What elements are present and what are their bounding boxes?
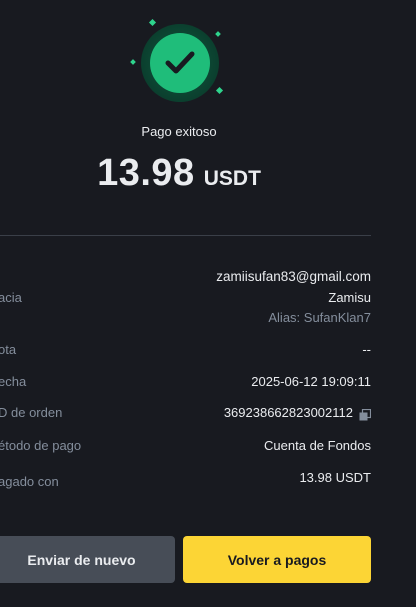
- success-badge: [130, 18, 226, 110]
- sparkle-icon: [215, 31, 221, 37]
- amount-unit: USDT: [203, 167, 261, 190]
- paid-with-value: 13.98 USDT: [299, 470, 371, 485]
- payment-method-label: étodo de pago: [0, 438, 82, 453]
- note-value: --: [362, 342, 371, 357]
- sparkle-icon: [215, 86, 224, 95]
- payment-method-value: Cuenta de Fondos: [264, 438, 371, 453]
- recipient-email: zamiisufan83@gmail.com: [216, 269, 371, 284]
- back-to-payments-button[interactable]: Volver a pagos: [183, 536, 371, 583]
- recipient-label: acia: [0, 290, 22, 305]
- order-id-value: 369238662823002112: [223, 405, 353, 420]
- date-label: echa: [0, 374, 27, 389]
- amount-value: 13.98: [97, 152, 195, 194]
- recipient-alias: Alias: SufanKlan7: [268, 310, 371, 325]
- status-title: Pago exitoso: [141, 124, 217, 139]
- note-label: ota: [0, 342, 17, 357]
- recipient-name: Zamisu: [328, 290, 371, 305]
- paid-with-label: agado con: [0, 474, 59, 489]
- sparkle-icon: [148, 18, 157, 27]
- check-circle-icon: [150, 33, 210, 93]
- sparkle-icon: [130, 59, 136, 65]
- divider: [0, 235, 371, 236]
- order-id-label: D de orden: [0, 405, 63, 420]
- date-value: 2025-06-12 19:09:11: [251, 374, 371, 389]
- resend-button[interactable]: Enviar de nuevo: [0, 536, 175, 583]
- copy-icon[interactable]: [359, 406, 372, 421]
- amount-display: 13.98 USDT: [0, 152, 358, 195]
